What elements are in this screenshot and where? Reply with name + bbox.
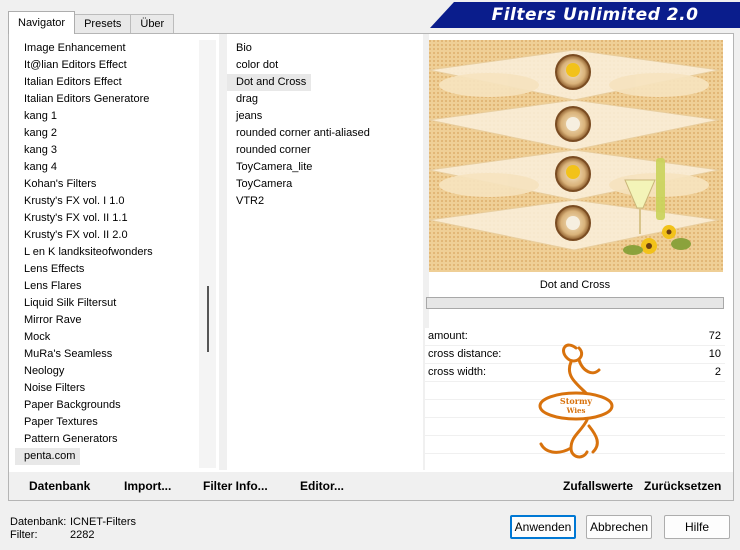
list-divider [219,34,227,470]
list-item[interactable]: Mock [15,329,207,346]
list-item[interactable]: Photo Aging Kit [15,465,207,468]
list-item[interactable]: Italian Editors Effect [15,74,207,91]
param-label: cross distance: [428,348,502,360]
param-value[interactable]: 2 [715,366,721,378]
list-item[interactable]: Italian Editors Generatore [15,91,207,108]
filter-count-label: Filter: [10,529,38,541]
tab-bar: Navigator Presets Über [8,11,175,34]
tab-presets[interactable]: Presets [74,14,132,34]
list-item[interactable]: ToyCamera_lite [227,159,423,176]
scrollbar-thumb[interactable] [207,286,209,352]
param-label: amount: [428,330,468,342]
parameter-panel: amount: 72 cross distance: 10 cross widt… [425,328,725,470]
param-value[interactable]: 72 [709,330,721,342]
watermark-text-2: Wies [566,406,586,415]
param-value[interactable]: 10 [709,348,721,360]
list-item[interactable]: Liquid Silk Filtersut [15,295,207,312]
preview-artwork [429,40,723,272]
filter-count-value: 2282 [70,529,95,541]
list-item[interactable]: kang 1 [15,108,207,125]
watermark-logo: Stormy Wies [538,343,614,459]
list-item[interactable]: MuRa's Seamless [15,346,207,363]
list-item[interactable]: Krusty's FX vol. II 2.0 [15,227,207,244]
list-item[interactable]: VTR2 [227,193,423,210]
filter-list[interactable]: Bio color dot Dot and Cross drag jeans rounde… [227,40,423,468]
list-item[interactable]: rounded corner [227,142,423,159]
progress-bar [426,297,724,309]
list-item[interactable]: ToyCamera [227,176,423,193]
list-item[interactable]: Noise Filters [15,380,207,397]
list-item[interactable]: Pattern Generators [15,431,207,448]
list-item[interactable]: color dot [227,57,423,74]
datenbank-button[interactable]: Datenbank [29,479,90,493]
category-list[interactable]: Image Enhancement It@lian Editors Effect I… [15,40,207,468]
list-item[interactable]: drag [227,91,423,108]
editor-button[interactable]: Editor... [300,479,344,493]
banner-title: Filters Unlimited 2.0 [491,5,699,25]
list-item[interactable]: Kohan's Filters [15,176,207,193]
list-item[interactable]: Krusty's FX vol. I 1.0 [15,193,207,210]
list-item[interactable]: jeans [227,108,423,125]
category-scrollbar[interactable] [199,40,216,468]
list-item[interactable]: Paper Backgrounds [15,397,207,414]
list-item[interactable]: penta.com [15,448,81,465]
zufallswerte-button[interactable]: Zufallswerte [563,479,633,493]
list-item[interactable]: kang 3 [15,142,207,159]
navigator-button-bar: Datenbank Import... Filter Info... Edito… [9,472,733,500]
tab-navigator[interactable]: Navigator [8,11,76,34]
filters-unlimited-window: Navigator Presets Über Filters Unlimited… [0,0,740,550]
list-item[interactable]: Paper Textures [15,414,207,431]
apply-button[interactable]: Anwenden [510,515,576,539]
zuruecksetzen-button[interactable]: Zurücksetzen [644,479,721,493]
list-item[interactable]: Krusty's FX vol. II 1.1 [15,210,207,227]
param-label: cross width: [428,366,487,378]
list-item[interactable]: Dot and Cross [227,74,312,91]
list-item[interactable]: It@lian Editors Effect [15,57,207,74]
database-value: ICNET-Filters [70,516,136,528]
preview-image [429,40,723,272]
title-banner: Filters Unlimited 2.0 [430,2,740,28]
navigator-panel: Image Enhancement It@lian Editors Effect I… [8,33,734,501]
list-item[interactable]: Lens Flares [15,278,207,295]
list-item[interactable]: Bio [227,40,423,57]
filter-title: Dot and Cross [539,279,611,291]
help-button[interactable]: Hilfe [664,515,730,539]
filter-info-button[interactable]: Filter Info... [203,479,268,493]
cancel-button[interactable]: Abbrechen [586,515,652,539]
list-item[interactable]: L en K landksiteofwonders [15,244,207,261]
list-item[interactable]: kang 2 [15,125,207,142]
database-label: Datenbank: [10,516,67,528]
status-area: Datenbank: ICNET-Filters Filter: 2282 [10,516,136,542]
list-item[interactable]: rounded corner anti-aliased [227,125,423,142]
tab-ueber[interactable]: Über [130,14,175,34]
list-item[interactable]: kang 4 [15,159,207,176]
list-item[interactable]: Image Enhancement [15,40,207,57]
watermark-text-1: Stormy [560,396,592,406]
list-item[interactable]: Lens Effects [15,261,207,278]
list-item[interactable]: Neology [15,363,207,380]
import-button[interactable]: Import... [124,479,171,493]
list-item[interactable]: Mirror Rave [15,312,207,329]
